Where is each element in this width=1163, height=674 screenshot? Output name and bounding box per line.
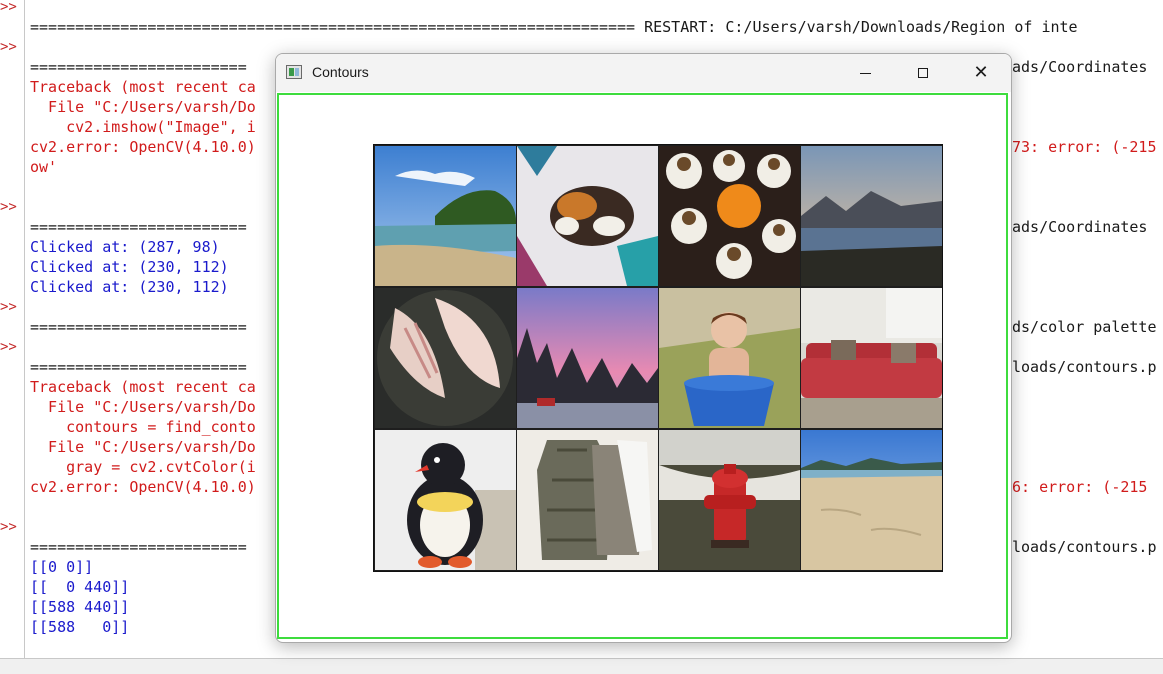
- shell-line-fragment: loads/contours.p: [1012, 538, 1157, 556]
- tile-sandy-beach: [801, 430, 942, 570]
- shell-line-fragment: ds/color palette: [1012, 318, 1157, 336]
- window-titlebar[interactable]: Contours ✕: [276, 54, 1011, 92]
- shell-line: Clicked at: (230, 112): [30, 278, 229, 296]
- tile-red-sofa: [801, 288, 942, 428]
- prompt-marker: >>: [0, 39, 17, 55]
- image-canvas[interactable]: [277, 93, 1008, 639]
- shell-line: gray = cv2.cvtColor(i: [30, 458, 256, 476]
- tile-pink-sky: [517, 288, 658, 428]
- shell-line: [[0 0]]: [30, 558, 94, 576]
- prompt-marker: >>: [0, 519, 17, 535]
- window-title: Contours: [312, 64, 369, 80]
- shell-line-fragment: loads/contours.p: [1012, 358, 1157, 376]
- prompt-marker: >>: [0, 199, 17, 215]
- shell-line: cv2.error: OpenCV(4.10.0): [30, 478, 256, 496]
- shell-line: [[588 0]]: [30, 618, 130, 636]
- shell-line: Traceback (most recent ca: [30, 78, 256, 96]
- shell-line-fragment: 73: error: (-215: [1012, 138, 1157, 156]
- minimize-icon: [859, 72, 871, 74]
- shell-line-fragment: ads/Coordinates: [1012, 218, 1148, 236]
- shell-line-fragment: ads/Coordinates: [1012, 58, 1148, 76]
- shell-line: File "C:/Users/varsh/Do: [30, 438, 256, 456]
- prompt-marker: >>: [0, 0, 17, 15]
- prompt-marker: >>: [0, 299, 17, 315]
- prompt-marker: >>: [0, 339, 17, 355]
- tile-penguin-toy: [375, 430, 516, 570]
- shell-line-fragment: 6: error: (-215: [1012, 478, 1148, 496]
- tile-fire-hydrant: [659, 430, 800, 570]
- shell-line: ========================================…: [30, 18, 1078, 36]
- shell-line: cv2.error: OpenCV(4.10.0): [30, 138, 256, 156]
- tile-shirts: [517, 430, 658, 570]
- tile-child-tub: [659, 288, 800, 428]
- shell-line: ========================: [30, 318, 247, 336]
- shell-line: [[ 0 440]]: [30, 578, 130, 596]
- tile-calico-cat: [517, 146, 658, 286]
- shell-line: ow': [30, 158, 58, 176]
- shell-line: ========================: [30, 358, 247, 376]
- shell-line: ========================: [30, 218, 247, 236]
- tile-lake-mountains: [801, 146, 942, 286]
- shell-line: File "C:/Users/varsh/Do: [30, 398, 256, 416]
- app-window-icon: [286, 65, 302, 79]
- shell-line: Clicked at: (287, 98): [30, 238, 220, 256]
- shell-line: cv2.imshow("Image", i: [30, 118, 256, 136]
- shell-line: Traceback (most recent ca: [30, 378, 256, 396]
- shell-line: ========================: [30, 58, 247, 76]
- tile-beach-cove: [375, 146, 516, 286]
- maximize-icon: [918, 68, 928, 78]
- shell-gutter: [0, 0, 25, 658]
- tile-cupcakes: [659, 146, 800, 286]
- minimize-button[interactable]: [836, 54, 894, 92]
- shell-line: File "C:/Users/varsh/Do: [30, 98, 256, 116]
- shell-line: ========================: [30, 538, 247, 556]
- shell-line: [[588 440]]: [30, 598, 130, 616]
- shell-status-bar: [0, 658, 1163, 674]
- image-grid: [373, 144, 943, 572]
- close-icon: ✕: [973, 62, 989, 83]
- shell-line: Clicked at: (230, 112): [30, 258, 229, 276]
- shell-line: contours = find_conto: [30, 418, 256, 436]
- tile-fish-fillet: [375, 288, 516, 428]
- contours-window[interactable]: Contours ✕: [275, 53, 1012, 643]
- close-button[interactable]: ✕: [952, 54, 1010, 92]
- maximize-button[interactable]: [894, 54, 952, 92]
